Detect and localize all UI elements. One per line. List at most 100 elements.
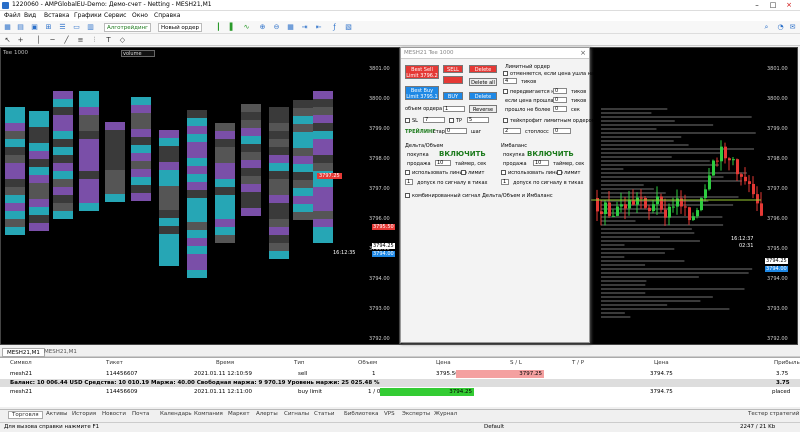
- chart-shift-icon[interactable]: ⇤: [314, 23, 323, 32]
- search-icon[interactable]: ⌕: [762, 23, 771, 32]
- tp-input[interactable]: 5: [467, 117, 489, 123]
- imb-sell-option[interactable]: продажа: [503, 161, 527, 167]
- menu-charts[interactable]: Графики: [74, 12, 102, 19]
- volume-select[interactable]: volume: [121, 50, 155, 57]
- buy-limit-marker[interactable]: 3794.00: [372, 251, 395, 257]
- delta-buy-option[interactable]: покупка: [407, 152, 429, 158]
- tab-mail[interactable]: Почта: [132, 411, 149, 417]
- table-row[interactable]: mesh21 114456609 2021.01.11 12:11:00 buy…: [0, 388, 800, 396]
- text-icon[interactable]: T: [104, 36, 113, 45]
- chart-tab-2[interactable]: MESH21,M1: [44, 349, 77, 355]
- fibonacci-icon[interactable]: ⫶: [90, 36, 99, 45]
- strategy-tester-button[interactable]: Тестер стратегий: [748, 411, 799, 417]
- best-buy-button[interactable]: Best Buy Limit 3795.1: [405, 86, 439, 100]
- dialog-close-icon[interactable]: ×: [580, 49, 586, 57]
- close-icon[interactable]: ×: [782, 0, 796, 11]
- imb-limit-checkbox[interactable]: [557, 170, 562, 175]
- tab-news[interactable]: Новости: [102, 411, 126, 417]
- delta-tolerance-input[interactable]: 1: [405, 179, 413, 185]
- passed-input[interactable]: 0: [553, 97, 567, 103]
- col-price[interactable]: Цена: [436, 360, 451, 366]
- imb-tolerance-input[interactable]: 1: [501, 179, 509, 185]
- buy-button[interactable]: BUY: [443, 92, 463, 100]
- tab-trade[interactable]: Торговля: [8, 411, 43, 419]
- tab-history[interactable]: История: [72, 411, 96, 417]
- imb-buy-option[interactable]: покупка: [503, 152, 525, 158]
- cursor-icon[interactable]: ↖: [3, 36, 12, 45]
- move-input[interactable]: 0: [553, 88, 567, 94]
- delete-buy-button[interactable]: Delete: [469, 92, 497, 100]
- trade-panel-dialog[interactable]: MESH21 Tee 1000 × Best Sell Limit 3796.2 S…: [400, 47, 596, 343]
- delta-limit-checkbox[interactable]: [461, 170, 466, 175]
- menu-file[interactable]: Файл: [4, 12, 21, 19]
- delta-enable-button[interactable]: ВКЛЮЧИТЬ: [439, 150, 486, 158]
- tab-experts[interactable]: Эксперты: [402, 411, 430, 417]
- delete-all-button[interactable]: Delete all: [469, 78, 497, 86]
- menu-insert[interactable]: Вставка: [44, 12, 69, 19]
- col-type[interactable]: Тип: [294, 360, 305, 366]
- stoploss-input[interactable]: 0: [553, 128, 571, 134]
- channel-icon[interactable]: ≡: [76, 36, 85, 45]
- cell-price[interactable]: 3794.25: [380, 388, 474, 396]
- tab-articles[interactable]: Статьи: [314, 411, 334, 417]
- tab-assets[interactable]: Активы: [46, 411, 67, 417]
- imb-enable-button[interactable]: ВКЛЮЧИТЬ: [527, 150, 574, 158]
- col-volume[interactable]: Объем: [358, 360, 377, 366]
- terminal-icon[interactable]: ▭: [72, 23, 81, 32]
- reverse-button[interactable]: Reverse: [469, 105, 497, 113]
- zoom-in-icon[interactable]: ⊕: [258, 23, 267, 32]
- col-profit[interactable]: Прибыль: [774, 360, 800, 366]
- stop-loss-marker[interactable]: 3797.25: [317, 173, 342, 179]
- lot-input[interactable]: 1: [443, 106, 465, 112]
- trendline-icon[interactable]: ╱: [62, 36, 71, 45]
- market-watch-icon[interactable]: ▣: [30, 23, 39, 32]
- cell-sl[interactable]: 3797.25: [456, 370, 544, 378]
- new-chart-icon[interactable]: ▦: [3, 23, 12, 32]
- zoom-out-icon[interactable]: ⊖: [272, 23, 281, 32]
- start-input[interactable]: 0: [445, 128, 467, 134]
- menu-tools[interactable]: Сервис: [104, 12, 126, 19]
- menu-help[interactable]: Справка: [154, 12, 180, 19]
- tab-vps[interactable]: VPS: [384, 411, 395, 417]
- templates-icon[interactable]: ▧: [344, 23, 353, 32]
- col-cur-price[interactable]: Цена: [654, 360, 669, 366]
- chat-icon[interactable]: ✉: [788, 23, 797, 32]
- delete-sell-button[interactable]: Delete: [469, 65, 497, 73]
- move-checkbox[interactable]: [503, 89, 508, 94]
- tp-limit-checkbox[interactable]: [503, 118, 508, 123]
- tab-company[interactable]: Компания: [194, 411, 223, 417]
- autoscroll-icon[interactable]: ⇥: [300, 23, 309, 32]
- new-order-button[interactable]: Новый ордер: [158, 23, 202, 32]
- account-icon[interactable]: ◔: [776, 23, 785, 32]
- tp-checkbox[interactable]: [449, 118, 454, 123]
- delta-line-checkbox[interactable]: [405, 170, 410, 175]
- candles-icon[interactable]: ▌: [228, 23, 237, 32]
- cluster-chart[interactable]: Tee 1000 volume 3801.00 3800.00 3799.00 379…: [0, 47, 400, 345]
- crosshair-icon[interactable]: +: [16, 36, 25, 45]
- tester-icon[interactable]: ▥: [86, 23, 95, 32]
- sl-input[interactable]: 7: [423, 117, 445, 123]
- tab-alerts[interactable]: Алерты: [256, 411, 278, 417]
- tab-library[interactable]: Библиотека: [344, 411, 378, 417]
- delta-timer-input[interactable]: 10: [435, 160, 451, 166]
- maximize-icon[interactable]: □: [766, 0, 780, 11]
- best-sell-button[interactable]: Best Sell Limit 3796.2: [405, 65, 439, 79]
- horizontal-line-icon[interactable]: ─: [48, 36, 57, 45]
- delta-sell-option[interactable]: продажа: [407, 161, 431, 167]
- algo-trading-button[interactable]: Алготрейдинг: [104, 23, 152, 32]
- menu-view[interactable]: Вид: [24, 12, 36, 19]
- sell-market-button[interactable]: [443, 76, 463, 84]
- indicators-icon[interactable]: ƒ: [330, 23, 339, 32]
- combined-checkbox[interactable]: [405, 193, 410, 198]
- col-symbol[interactable]: Символ: [10, 360, 32, 366]
- tab-market[interactable]: Маркет: [228, 411, 250, 417]
- menu-window[interactable]: Окно: [132, 12, 148, 19]
- imb-line-checkbox[interactable]: [501, 170, 506, 175]
- col-tp[interactable]: T / P: [572, 360, 584, 366]
- imb-timer-input[interactable]: 10: [533, 160, 549, 166]
- navigator-icon[interactable]: ☰: [58, 23, 67, 32]
- tab-journal[interactable]: Журнал: [434, 411, 457, 417]
- cancel-checkbox[interactable]: [503, 71, 508, 76]
- sell-button[interactable]: SELL: [443, 65, 463, 73]
- chart-tab-1[interactable]: MESH21,M1: [2, 348, 45, 357]
